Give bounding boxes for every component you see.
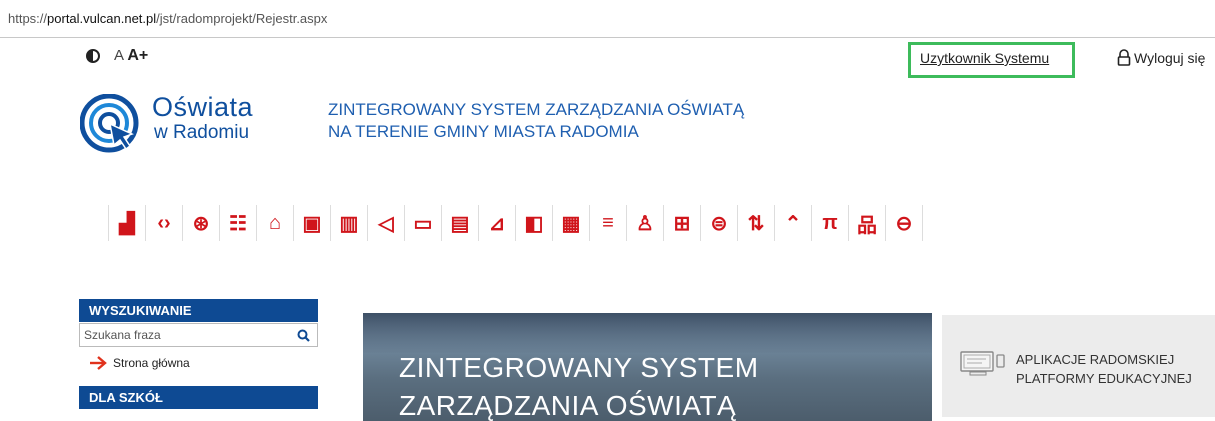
calendar-icon[interactable]: ▦ [553,205,590,241]
briefcase-icon[interactable]: ⊞ [664,205,701,241]
search-input[interactable] [80,324,289,346]
contrast-icon[interactable] [86,49,100,63]
accessibility-controls: A A+ [86,47,148,65]
megaphone-icon[interactable]: ◁ [368,205,405,241]
home-link[interactable]: Strona główna [79,349,318,377]
network-icon[interactable]: ‹› [146,205,183,241]
tagline-line1: ZINTEGROWANY SYSTEM ZARZĄDZANIA OŚWIATĄ [328,100,745,119]
sidebar: WYSZUKIWANIE Strona główna DLA SZKÓŁ [79,299,318,409]
hero-title: ZINTEGROWANY SYSTEM ZARZĄDZANIA OŚWIATĄ [399,349,759,421]
logo-icon [80,94,139,153]
home-icon[interactable]: ⌃ [775,205,812,241]
url-host: portal.vulcan.net.pl [47,11,157,26]
coin-icon[interactable]: ⊛ [183,205,220,241]
list-icon[interactable]: ☷ [220,205,257,241]
apps-tile-line1: APLIKACJE RADOMSKIEJ [1016,352,1175,367]
font-normal-button[interactable]: A [114,47,123,64]
files-icon[interactable]: ◧ [516,205,553,241]
address-bar[interactable]: https://portal.vulcan.net.pl/jst/radompr… [0,0,1215,38]
apps-tile[interactable]: APLIKACJE RADOMSKIEJ PLATFORMY EDUKACYJN… [942,315,1215,417]
computer-icon [960,351,1005,376]
module-icon-bar: ▟ ‹› ⊛ ☷ ⌂ ▣ ▥ ◁ ▭ ▤ ⊿ ◧ ▦ ≡ ♙ ⊞ ⊜ ⇅ ⌃ π… [108,205,923,241]
home-link-label: Strona główna [113,356,190,370]
apps-tile-line2: PLATFORMY EDUKACYJNEJ [1016,371,1192,386]
site-tagline: ZINTEGROWANY SYSTEM ZARZĄDZANIA OŚWIATĄ … [328,99,744,143]
logout-label: Wyloguj się [1134,49,1206,66]
logout-link[interactable]: Wyloguj się [1116,49,1205,66]
hero-line2: ZARZĄDZANIA OŚWIATĄ [399,390,737,421]
url-scheme: https:// [8,11,48,26]
logo-title: Oświata [152,92,254,122]
bus-icon[interactable]: ⊖ [886,205,923,241]
chart-icon[interactable]: ▟ [109,205,146,241]
books-icon[interactable]: ▥ [331,205,368,241]
playground-icon[interactable]: ⊿ [479,205,516,241]
arrow-right-icon [90,356,107,370]
hero-banner: ZINTEGROWANY SYSTEM ZARZĄDZANIA OŚWIATĄ [363,313,932,421]
sort-icon[interactable]: ≡ [590,205,627,241]
schools-heading[interactable]: DLA SZKÓŁ [79,386,318,409]
meal-icon[interactable]: ⊜ [701,205,738,241]
monitor-icon[interactable]: ▭ [405,205,442,241]
tagline-line2: NA TERENIE GMINY MIASTA RADOMIA [328,122,639,141]
search-heading: WYSZUKIWANIE [79,299,318,322]
search-button[interactable] [289,324,317,346]
window-icon[interactable]: ▤ [442,205,479,241]
url-path: /jst/radomprojekt/Rejestr.aspx [156,11,328,26]
hierarchy-icon[interactable]: 品 [849,205,886,241]
apps-tile-label: APLIKACJE RADOMSKIEJ PLATFORMY EDUKACYJN… [1016,350,1192,388]
transfer-icon[interactable]: ⇅ [738,205,775,241]
font-size-controls: A A+ [114,47,148,65]
person-icon[interactable]: ♙ [627,205,664,241]
logo[interactable]: Oświata w Radomiu [80,92,290,160]
desk-icon[interactable]: π [812,205,849,241]
lock-icon [1117,49,1131,66]
logo-subtitle: w Radomiu [154,122,250,143]
user-link[interactable]: Uzytkownik Systemu [908,42,1075,78]
document-icon[interactable]: ▣ [294,205,331,241]
institution-icon[interactable]: ⌂ [257,205,294,241]
search-icon [297,329,310,342]
font-larger-button[interactable]: A+ [127,47,148,64]
search-box [79,323,318,347]
hero-line1: ZINTEGROWANY SYSTEM [399,352,759,383]
